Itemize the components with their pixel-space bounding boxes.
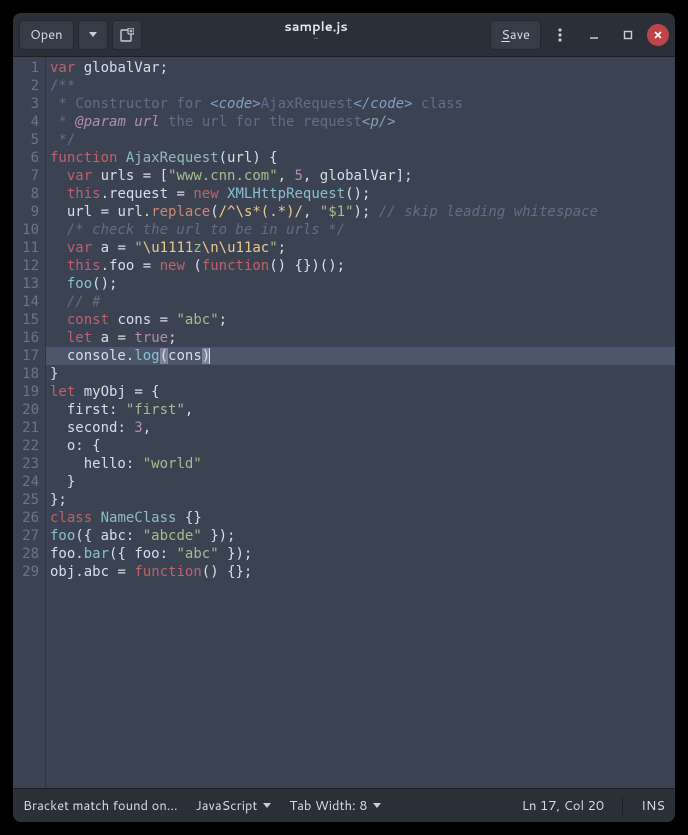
new-document-icon <box>120 28 134 42</box>
code-line[interactable]: let myObj = { <box>50 383 675 401</box>
editor-window: Open sample.js ~ Save <box>13 13 675 822</box>
line-number: 14 <box>13 293 39 311</box>
tab-width-label: Tab Width: 8 <box>289 797 367 815</box>
document-path: ~ <box>142 36 491 49</box>
open-label: Open <box>30 26 63 44</box>
editor-area[interactable]: 1234567891011121314151617181920212223242… <box>13 57 675 788</box>
close-button[interactable] <box>647 24 669 46</box>
code-line[interactable]: url = url.replace(/^\s*(.*)/, "$1"); // … <box>50 203 675 221</box>
code-line[interactable]: /** <box>50 77 675 95</box>
maximize-button[interactable] <box>613 20 643 50</box>
line-number: 23 <box>13 455 39 473</box>
code-line[interactable]: foo.bar({ foo: "abc" }); <box>50 545 675 563</box>
code-line[interactable]: }; <box>50 491 675 509</box>
code-line[interactable]: hello: "world" <box>50 455 675 473</box>
code-line[interactable]: var urls = ["www.cnn.com", 5, globalVar]… <box>50 167 675 185</box>
language-selector[interactable]: JavaScript <box>196 797 272 815</box>
code-line[interactable]: var globalVar; <box>50 59 675 77</box>
open-recent-dropdown[interactable] <box>78 20 108 50</box>
line-number: 11 <box>13 239 39 257</box>
line-number: 19 <box>13 383 39 401</box>
line-number: 27 <box>13 527 39 545</box>
code-line[interactable]: const cons = "abc"; <box>50 311 675 329</box>
chevron-down-icon <box>373 803 381 808</box>
maximize-icon <box>623 30 633 40</box>
insert-mode-label: INS <box>641 797 665 815</box>
code-line[interactable]: let a = true; <box>50 329 675 347</box>
kebab-icon <box>558 28 562 42</box>
code-line[interactable]: class NameClass {} <box>50 509 675 527</box>
cursor-position: Ln 17, Col 20 <box>522 797 604 815</box>
line-number: 7 <box>13 167 39 185</box>
code-line[interactable]: /* check the url to be in urls */ <box>50 221 675 239</box>
line-number: 12 <box>13 257 39 275</box>
line-number: 25 <box>13 491 39 509</box>
code-line[interactable]: // # <box>50 293 675 311</box>
code-content[interactable]: var globalVar;/** * Constructor for <cod… <box>46 57 675 788</box>
tab-width-selector[interactable]: Tab Width: 8 <box>289 797 381 815</box>
line-number: 2 <box>13 77 39 95</box>
line-number: 6 <box>13 149 39 167</box>
code-line[interactable]: console.log(cons) <box>50 347 675 365</box>
line-number: 15 <box>13 311 39 329</box>
code-line[interactable]: this.foo = new (function() {})(); <box>50 257 675 275</box>
save-label: Save <box>501 26 530 44</box>
code-line[interactable]: } <box>50 365 675 383</box>
line-number: 13 <box>13 275 39 293</box>
code-line[interactable]: foo({ abc: "abcde" }); <box>50 527 675 545</box>
code-line[interactable]: } <box>50 473 675 491</box>
line-number: 29 <box>13 563 39 581</box>
line-number: 16 <box>13 329 39 347</box>
headerbar: Open sample.js ~ Save <box>13 13 675 57</box>
code-line[interactable]: o: { <box>50 437 675 455</box>
insert-mode-toggle[interactable]: INS <box>641 797 665 815</box>
open-button[interactable]: Open <box>19 20 74 50</box>
code-line[interactable]: * @param url the url for the request<p/> <box>50 113 675 131</box>
close-icon <box>653 30 663 40</box>
line-number: 22 <box>13 437 39 455</box>
chevron-down-icon <box>263 803 271 808</box>
line-number: 20 <box>13 401 39 419</box>
line-number: 10 <box>13 221 39 239</box>
line-number: 21 <box>13 419 39 437</box>
status-message: Bracket match found on… <box>23 797 178 815</box>
line-number: 9 <box>13 203 39 221</box>
code-line[interactable]: this.request = new XMLHttpRequest(); <box>50 185 675 203</box>
code-line[interactable]: */ <box>50 131 675 149</box>
code-line[interactable]: * Constructor for <code>AjaxRequest</cod… <box>50 95 675 113</box>
line-number: 3 <box>13 95 39 113</box>
menu-button[interactable] <box>545 20 575 50</box>
code-line[interactable]: function AjaxRequest(url) { <box>50 149 675 167</box>
line-number: 5 <box>13 131 39 149</box>
statusbar: Bracket match found on… JavaScript Tab W… <box>13 788 675 822</box>
separator <box>622 797 623 815</box>
line-number: 18 <box>13 365 39 383</box>
new-tab-button[interactable] <box>112 20 142 50</box>
line-number: 4 <box>13 113 39 131</box>
line-number: 28 <box>13 545 39 563</box>
line-number: 24 <box>13 473 39 491</box>
line-number: 17 <box>13 347 39 365</box>
code-line[interactable]: obj.abc = function() {}; <box>50 563 675 581</box>
language-label: JavaScript <box>196 797 258 815</box>
line-number: 8 <box>13 185 39 203</box>
line-number: 26 <box>13 509 39 527</box>
chevron-down-icon <box>89 32 97 37</box>
minimize-icon <box>589 30 599 40</box>
minimize-button[interactable] <box>579 20 609 50</box>
code-line[interactable]: var a = "\u1111z\n\u11ac"; <box>50 239 675 257</box>
line-number-gutter: 1234567891011121314151617181920212223242… <box>13 57 46 788</box>
save-button[interactable]: Save <box>490 20 541 50</box>
title-area: sample.js ~ <box>142 20 491 49</box>
code-line[interactable]: first: "first", <box>50 401 675 419</box>
line-number: 1 <box>13 59 39 77</box>
code-line[interactable]: second: 3, <box>50 419 675 437</box>
code-line[interactable]: foo(); <box>50 275 675 293</box>
